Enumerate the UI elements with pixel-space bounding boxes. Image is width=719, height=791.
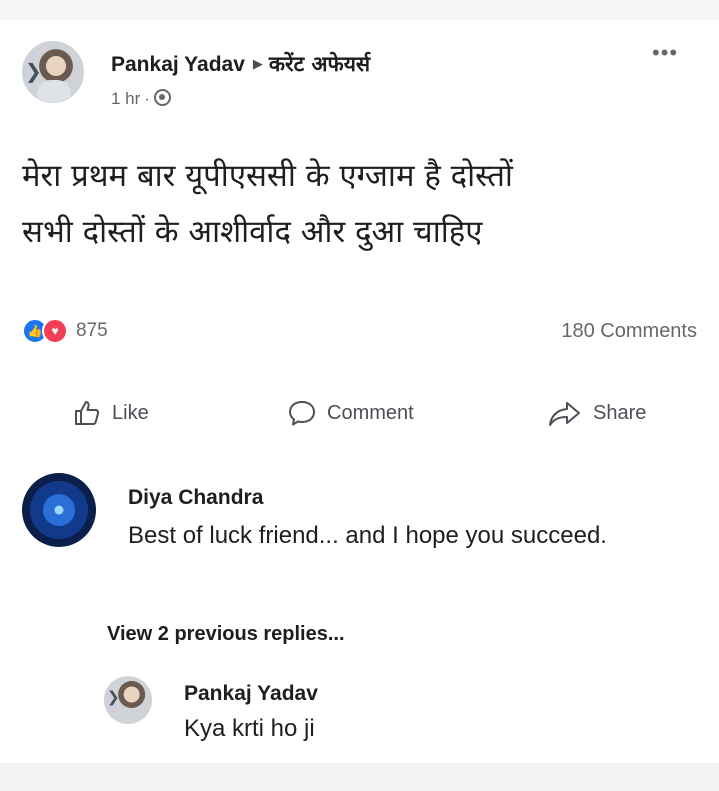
comment-button[interactable]: Comment — [287, 398, 414, 428]
avatar-arrow-glyph: ❯ — [107, 689, 120, 706]
post-group-name[interactable]: करेंट अफेयर्स — [269, 52, 370, 76]
meta-separator: · — [144, 89, 150, 108]
more-options-icon[interactable]: ••• — [652, 42, 678, 64]
avatar-shirt — [37, 80, 71, 102]
comment-label: Comment — [327, 401, 414, 424]
comment-author[interactable]: Diya Chandra — [128, 486, 263, 510]
commenter-avatar[interactable] — [22, 473, 96, 547]
share-button[interactable]: Share — [547, 398, 646, 428]
thumbs-up-icon — [75, 401, 100, 425]
like-label: Like — [112, 401, 149, 424]
post-author-line: Pankaj Yadav ▶ करेंट अफेयर्स — [111, 50, 370, 78]
avatar-arrow-glyph: ❯ — [25, 61, 42, 83]
post-author-name[interactable]: Pankaj Yadav — [111, 53, 245, 76]
bottom-divider — [0, 763, 719, 791]
speech-bubble-icon — [289, 401, 315, 426]
top-divider — [0, 0, 719, 20]
view-previous-replies-link[interactable]: View 2 previous replies... — [107, 623, 345, 646]
reply-author[interactable]: Pankaj Yadav — [184, 682, 318, 706]
post-text-line-2: सभी दोस्तों के आशीर्वाद और दुआ चाहिए — [22, 214, 483, 250]
share-arrow-icon — [549, 402, 580, 426]
post-body: मेरा प्रथम बार यूपीएससी के एग्जाम है दोस… — [22, 148, 702, 260]
comment-text: Best of luck friend... and I hope you su… — [128, 522, 607, 549]
post-text-line-1: मेरा प्रथम बार यूपीएससी के एग्जाम है दोस… — [22, 158, 513, 194]
reaction-count: 875 — [76, 320, 108, 341]
post-meta: 1 hr · — [111, 89, 171, 109]
share-label: Share — [593, 401, 647, 424]
post-timestamp[interactable]: 1 hr — [111, 89, 140, 108]
reply-text: Kya krti ho ji — [184, 715, 315, 742]
reactions-summary[interactable]: 👍 ♥ 875 — [22, 318, 108, 344]
triangle-right-icon: ▶ — [252, 56, 263, 71]
comments-count[interactable]: 180 Comments — [561, 320, 697, 343]
reply-author-avatar[interactable]: ❯ — [104, 676, 152, 724]
love-reaction-icon: ♥ — [42, 318, 68, 344]
author-avatar[interactable]: ❯ — [22, 41, 84, 103]
globe-icon — [153, 89, 171, 106]
like-button[interactable]: Like — [72, 398, 149, 428]
